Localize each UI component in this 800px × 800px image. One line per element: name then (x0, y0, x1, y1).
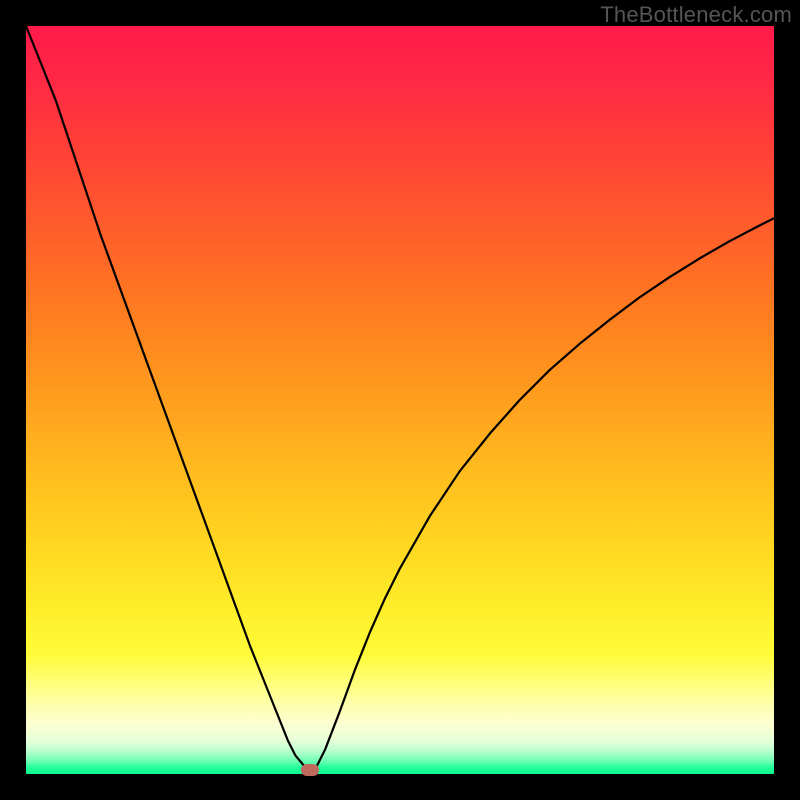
bottleneck-curve (26, 26, 774, 774)
plot-area (26, 26, 774, 774)
chart-container: TheBottleneck.com (0, 0, 800, 800)
minimum-marker (301, 764, 319, 776)
attribution-text: TheBottleneck.com (600, 2, 792, 28)
